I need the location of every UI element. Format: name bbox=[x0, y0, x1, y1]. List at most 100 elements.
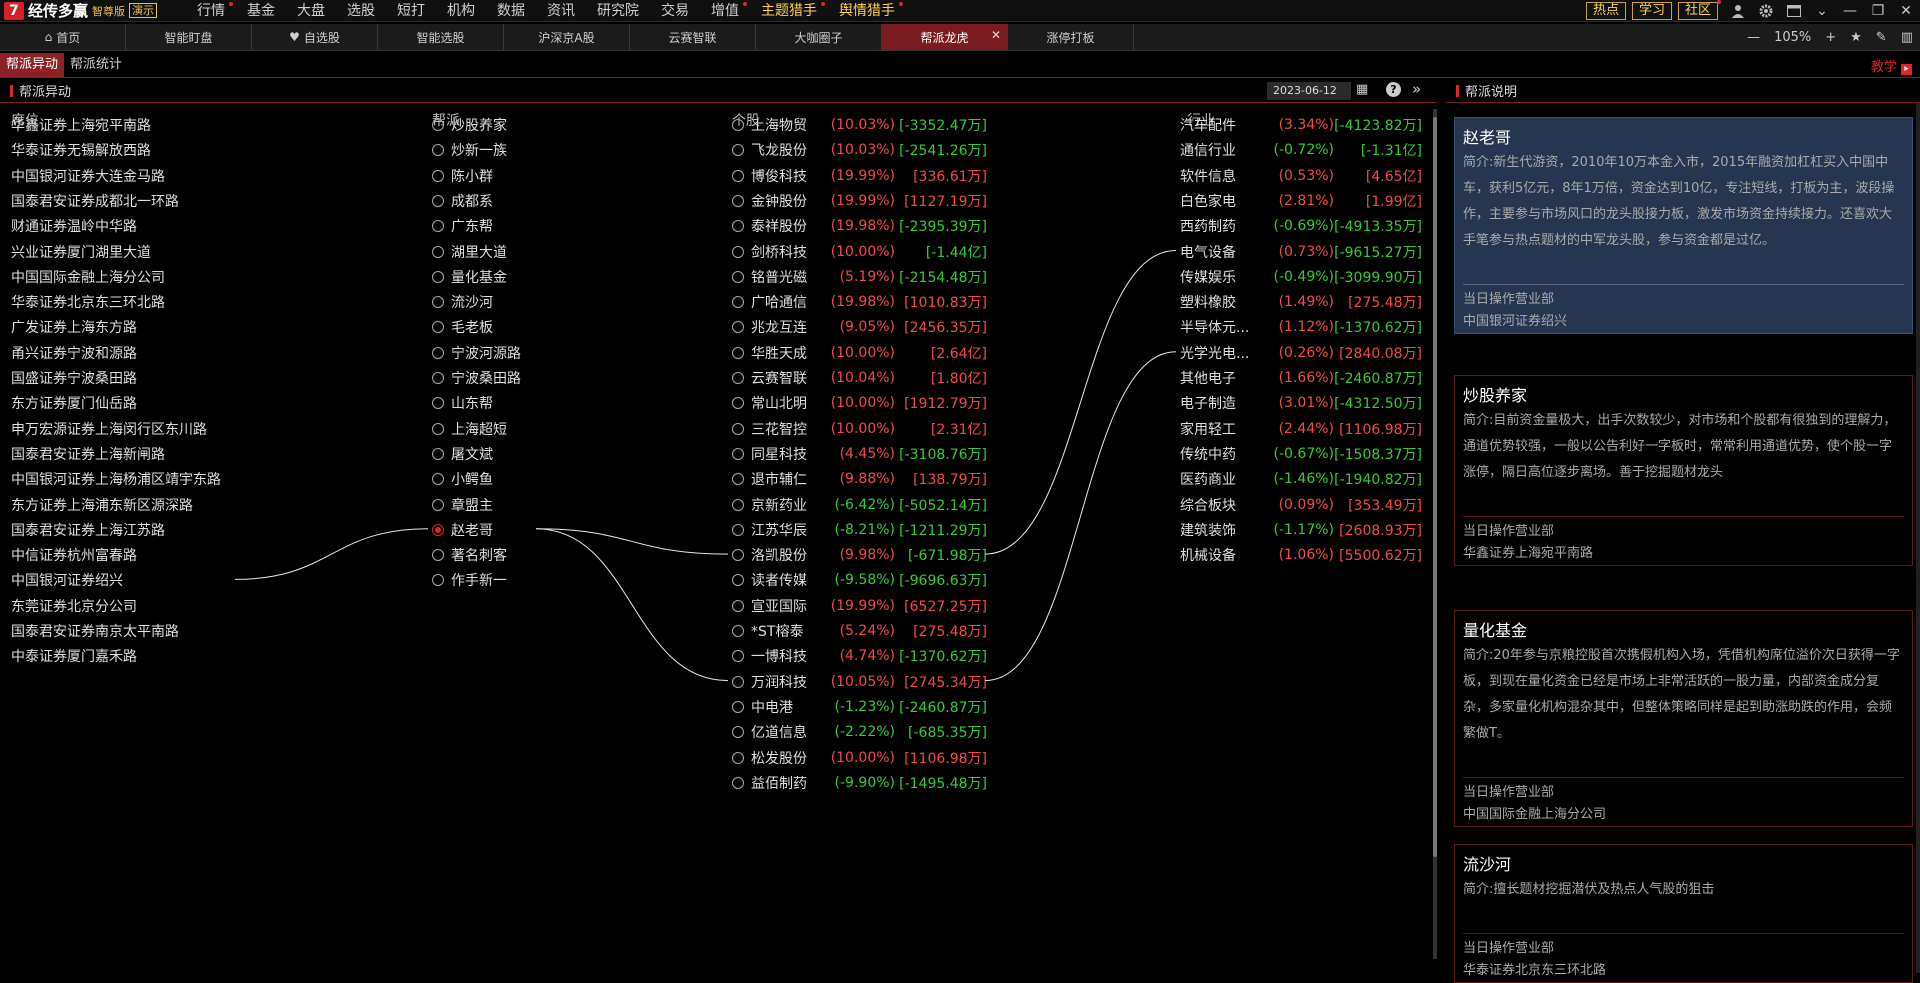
group-item[interactable]: 流沙河 bbox=[432, 292, 493, 312]
menu-item-1[interactable]: 基金 bbox=[236, 0, 286, 22]
stock-item[interactable]: 江苏华辰 (-8.21%) [-1211.29万] bbox=[732, 520, 987, 540]
seat-item[interactable]: 国盛证券宁波桑田路 bbox=[11, 368, 137, 388]
tab-close-icon[interactable]: ✕ bbox=[991, 28, 1001, 42]
seat-item[interactable]: 中国银河证券大连金马路 bbox=[11, 166, 165, 186]
stock-item[interactable]: 读者传媒 (-9.58%) [-9696.63万] bbox=[732, 570, 987, 590]
group-item[interactable]: 山东帮 bbox=[432, 393, 493, 413]
group-item[interactable]: 陈小群 bbox=[432, 166, 493, 186]
stock-radio[interactable] bbox=[732, 650, 744, 663]
gang-card[interactable]: 量化基金 简介:20年参与京粮控股首次携假机构入场，凭借机构席位溢价次日获得一字板… bbox=[1454, 610, 1913, 827]
industry-item[interactable]: 光学光电... (0.26%) [2840.08万] bbox=[1180, 343, 1422, 363]
industry-item[interactable]: 传媒娱乐 (-0.49%) [-3099.90万] bbox=[1180, 267, 1422, 287]
group-radio[interactable] bbox=[432, 245, 444, 258]
seat-item[interactable]: 中国银河证券上海杨浦区靖宇东路 bbox=[11, 469, 221, 489]
window-icon[interactable] bbox=[1780, 0, 1808, 22]
stock-radio[interactable] bbox=[732, 346, 744, 359]
seat-item[interactable]: 中国国际金融上海分公司 bbox=[11, 267, 165, 287]
menu-item-3[interactable]: 选股 bbox=[336, 0, 386, 22]
help-icon[interactable]: ? bbox=[1386, 82, 1401, 97]
stock-radio[interactable] bbox=[732, 194, 744, 207]
expand-icon[interactable]: » bbox=[1412, 80, 1421, 98]
group-item[interactable]: 成都系 bbox=[432, 191, 493, 211]
top-button-2[interactable]: 社区 bbox=[1677, 0, 1721, 20]
stock-item[interactable]: 广哈通信 (19.98%) [1010.83万] bbox=[732, 292, 987, 312]
stock-radio[interactable] bbox=[732, 270, 744, 283]
stock-item[interactable]: *ST榕泰 (5.24%) [275.48万] bbox=[732, 621, 987, 641]
teach-link[interactable]: 教学 ▸ bbox=[1871, 56, 1912, 75]
seat-item[interactable]: 国泰君安证券上海江苏路 bbox=[11, 520, 165, 540]
top-button-0[interactable]: 热点 bbox=[1585, 2, 1626, 20]
industry-item[interactable]: 软件信息 (0.53%) [4.65亿] bbox=[1180, 166, 1422, 186]
seat-item[interactable]: 国泰君安证券南京太平南路 bbox=[11, 621, 179, 641]
stock-item[interactable]: 剑桥科技 (10.00%) [-1.44亿] bbox=[732, 242, 987, 262]
group-item[interactable]: 作手新一 bbox=[432, 570, 507, 590]
close-icon[interactable]: ✕ bbox=[1892, 0, 1920, 22]
restore-icon[interactable]: ❐ bbox=[1864, 0, 1892, 22]
gang-card[interactable]: 流沙河 简介:擅长题材挖掘潜伏及热点人气股的狙击 当日操作营业部 华泰证券北京东三环北… bbox=[1454, 844, 1913, 983]
stock-item[interactable]: 益佰制药 (-9.90%) [-1495.48万] bbox=[732, 773, 987, 793]
stock-radio[interactable] bbox=[732, 498, 744, 511]
seat-item[interactable]: 东莞证券北京分公司 bbox=[11, 596, 137, 616]
menu-item-4[interactable]: 短打 bbox=[386, 0, 436, 22]
stock-item[interactable]: 飞龙股份 (10.03%) [-2541.26万] bbox=[732, 140, 987, 160]
stock-item[interactable]: 上海物贸 (10.03%) [-3352.47万] bbox=[732, 115, 987, 135]
stock-item[interactable]: 洛凯股份 (9.98%) [-671.98万] bbox=[732, 545, 987, 565]
group-item[interactable]: 炒股养家 bbox=[432, 115, 507, 135]
stock-radio[interactable] bbox=[732, 726, 744, 739]
stock-item[interactable]: 博俊科技 (19.99%) [336.61万] bbox=[732, 166, 987, 186]
chevron-down-icon[interactable]: ⌄ bbox=[1808, 0, 1836, 22]
stock-radio[interactable] bbox=[732, 549, 744, 562]
group-radio[interactable] bbox=[432, 321, 444, 334]
group-item[interactable]: 量化基金 bbox=[432, 267, 507, 287]
group-radio[interactable] bbox=[432, 194, 444, 207]
group-item[interactable]: 上海超短 bbox=[432, 419, 507, 439]
stock-radio[interactable] bbox=[732, 675, 744, 688]
group-radio[interactable] bbox=[432, 169, 444, 182]
subtab-1[interactable]: 帮派统计 bbox=[64, 53, 128, 77]
industry-item[interactable]: 家用轻工 (2.44%) [1106.98万] bbox=[1180, 419, 1422, 439]
stock-radio[interactable] bbox=[732, 245, 744, 258]
stock-item[interactable]: 兆龙互连 (9.05%) [2456.35万] bbox=[732, 317, 987, 337]
stock-item[interactable]: 三花智控 (10.00%) [2.31亿] bbox=[732, 419, 987, 439]
stock-radio[interactable] bbox=[732, 119, 744, 131]
stock-radio[interactable] bbox=[732, 776, 744, 789]
seat-item[interactable]: 华泰证券北京东三环北路 bbox=[11, 292, 165, 312]
tab-6[interactable]: 大咖圈子 bbox=[756, 24, 882, 50]
zoom-out-button[interactable]: — bbox=[1740, 30, 1767, 45]
gear-icon[interactable] bbox=[1752, 0, 1780, 22]
stock-item[interactable]: 宣亚国际 (19.99%) [6527.25万] bbox=[732, 596, 987, 616]
menu-item-6[interactable]: 数据 bbox=[486, 0, 536, 22]
vertical-scrollbar[interactable] bbox=[1433, 109, 1437, 959]
star-icon[interactable]: ★ bbox=[1843, 30, 1869, 45]
subtab-0[interactable]: 帮派异动 bbox=[0, 53, 65, 77]
group-item[interactable]: 宁波河源路 bbox=[432, 343, 521, 363]
tab-2[interactable]: ♥ 自选股 bbox=[252, 24, 378, 50]
stock-radio[interactable] bbox=[732, 220, 744, 233]
seat-item[interactable]: 东方证券厦门仙岳路 bbox=[11, 393, 137, 413]
stock-radio[interactable] bbox=[732, 599, 744, 612]
stock-radio[interactable] bbox=[732, 700, 744, 713]
seat-item[interactable]: 华泰证券无锡解放西路 bbox=[11, 140, 151, 160]
menu-item-9[interactable]: 交易 bbox=[650, 0, 700, 22]
group-item[interactable]: 毛老板 bbox=[432, 317, 493, 337]
industry-item[interactable]: 通信行业 (-0.72%) [-1.31亿] bbox=[1180, 140, 1422, 160]
seat-item[interactable]: 甬兴证券宁波和源路 bbox=[11, 343, 137, 363]
group-item[interactable]: 湖里大道 bbox=[432, 242, 507, 262]
group-radio[interactable] bbox=[432, 144, 444, 157]
seat-item[interactable]: 国泰君安证券上海新闸路 bbox=[11, 444, 165, 464]
app-logo[interactable]: 7 经传多赢 智尊版 演示 bbox=[0, 0, 186, 22]
industry-item[interactable]: 医药商业 (-1.46%) [-1940.82万] bbox=[1180, 469, 1422, 489]
stock-item[interactable]: 万润科技 (10.05%) [2745.34万] bbox=[732, 672, 987, 692]
stock-radio[interactable] bbox=[732, 321, 744, 334]
stock-radio[interactable] bbox=[732, 574, 744, 587]
user-icon[interactable] bbox=[1724, 0, 1752, 22]
group-radio[interactable] bbox=[432, 397, 444, 410]
top-button-1[interactable]: 学习 bbox=[1631, 2, 1672, 20]
date-picker[interactable]: 2023-06-12 bbox=[1267, 82, 1351, 100]
industry-item[interactable]: 半导体元... (1.12%) [-1370.62万] bbox=[1180, 317, 1422, 337]
menu-item-12[interactable]: 舆情猎手 bbox=[828, 0, 906, 22]
group-item[interactable]: 宁波桑田路 bbox=[432, 368, 521, 388]
gang-card[interactable]: 炒股养家 简介:目前资金量极大，出手次数较少，对市场和个股都有很独到的理解力，通道… bbox=[1454, 375, 1913, 566]
seat-item[interactable]: 中国银河证券绍兴 bbox=[11, 570, 123, 590]
tab-5[interactable]: 云赛智联 bbox=[630, 24, 756, 50]
